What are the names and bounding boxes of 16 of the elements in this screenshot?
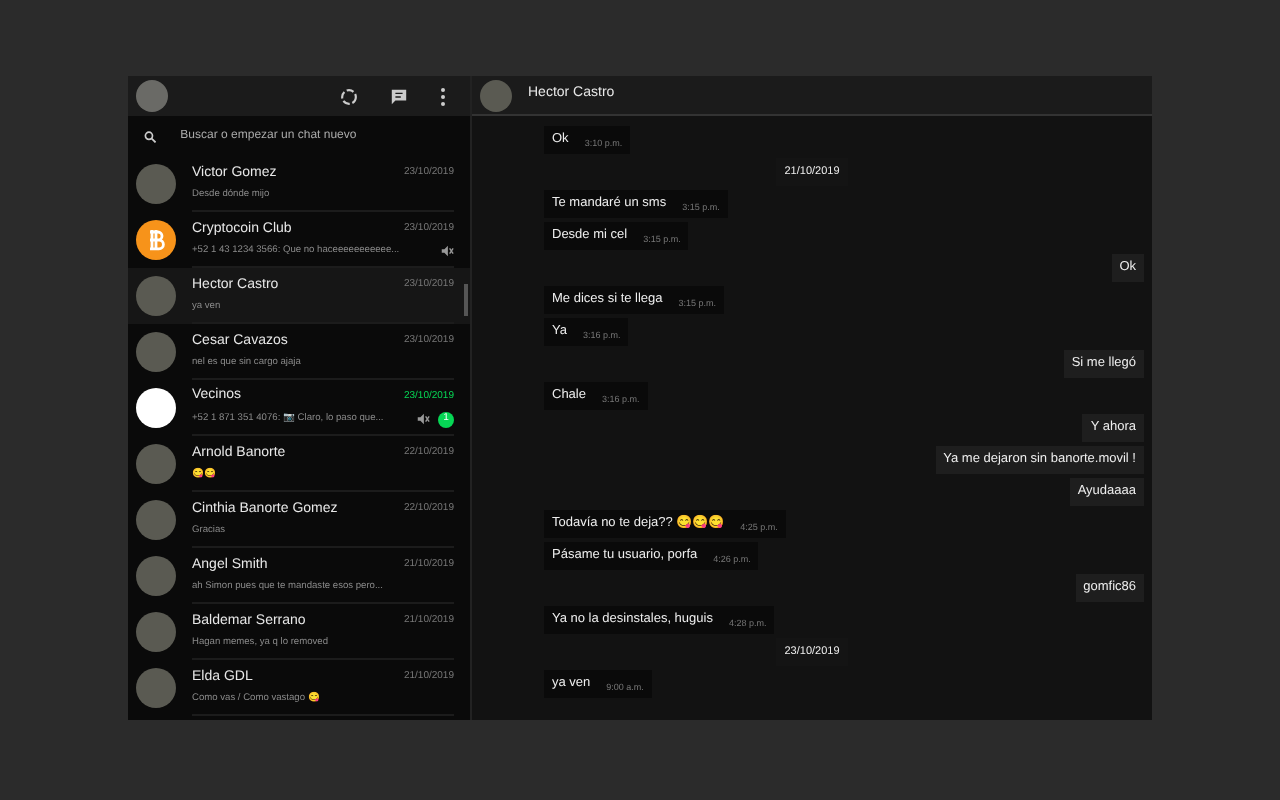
- photo-placeholder: [136, 164, 176, 204]
- scrollbar-thumb[interactable]: [464, 284, 468, 316]
- photo-placeholder: [136, 500, 176, 540]
- menu-icon[interactable]: [440, 87, 446, 105]
- photo-placeholder: [136, 612, 176, 652]
- bitcoin-avatar-icon: [136, 220, 176, 260]
- photo-placeholder: [136, 444, 176, 484]
- photo-placeholder: [136, 668, 176, 708]
- search-icon: [144, 129, 157, 143]
- photo-placeholder: [136, 332, 176, 372]
- profile-avatar[interactable]: [136, 80, 168, 112]
- status-icon[interactable]: [340, 87, 358, 105]
- photo-placeholder: [136, 556, 176, 596]
- photo-placeholder: [480, 79, 512, 111]
- photo-placeholder: [136, 276, 176, 316]
- new-chat-icon[interactable]: [390, 87, 408, 105]
